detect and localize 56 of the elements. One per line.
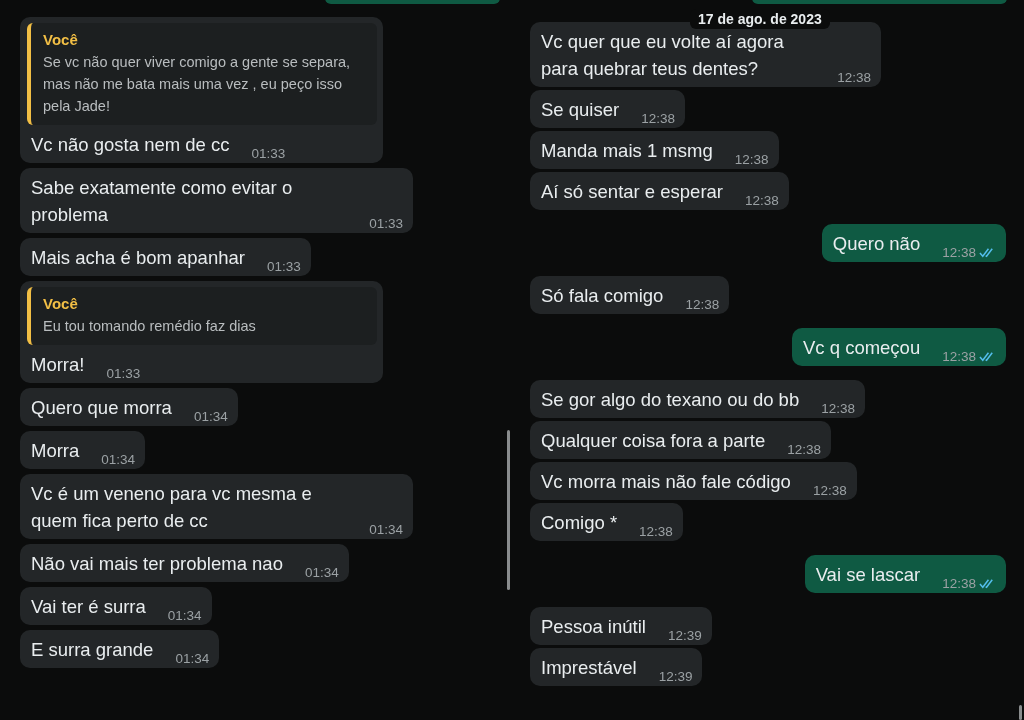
message-time: 12:38: [639, 524, 673, 539]
message-time: 12:38: [837, 70, 871, 85]
message-text: Qualquer coisa fora a parte: [541, 429, 766, 453]
message-time: 01:34: [193, 409, 228, 424]
message-text: Morra: [31, 439, 80, 463]
message-time: 12:39: [658, 669, 693, 684]
message-time: 01:34: [304, 565, 339, 580]
message-time: 01:34: [167, 608, 202, 623]
message-text: Se gor algo do texano ou do bb: [541, 388, 800, 412]
message-text: Vc q começou: [802, 336, 921, 360]
message-time: 12:38: [685, 297, 720, 312]
message-text: Não vai mais ter problema nao: [31, 552, 283, 576]
message-time: 12:38: [787, 442, 821, 457]
quote-text: Eu tou tomando remédio faz dias: [43, 317, 257, 336]
message-text: Aí só sentar e esperar: [541, 180, 723, 204]
message-text: Vai se lascar: [815, 563, 921, 587]
message-time: 12:38: [745, 193, 779, 208]
message-text: Vc é um veneno para vc mesma e quem fica perto de cc: [31, 482, 313, 533]
quote-author: Você: [43, 31, 79, 48]
message-text: Comigo *: [541, 511, 618, 535]
message-text: Pessoa inútil: [541, 615, 646, 639]
message-time: 01:33: [106, 366, 141, 381]
message-time: 12:38: [942, 576, 976, 591]
message-time: 01:34: [369, 522, 403, 537]
message-text: Quero que morra: [31, 396, 172, 420]
message-time: 01:33: [266, 259, 301, 274]
quoted-message[interactable]: Você Eu tou tomando remédio faz dias: [27, 287, 377, 345]
message-time: 12:38: [942, 245, 976, 260]
message-text: Imprestável: [541, 656, 637, 680]
message-text: Morra!: [31, 353, 85, 377]
quote-author: Você: [43, 295, 79, 312]
message-text: E surra grande: [31, 638, 154, 662]
message-text: Vc quer que eu volte aí agora para quebrar teus dentes?: [541, 30, 785, 81]
message-time: 12:38: [942, 349, 976, 364]
message-time: 01:34: [101, 452, 136, 467]
message-text: Quero não: [832, 232, 921, 256]
message-text: Sabe exatamente como evitar o problema: [31, 176, 294, 227]
message-text: Vc morra mais não fale código: [541, 470, 791, 494]
message-text: Manda mais 1 msmg: [541, 139, 713, 163]
message-text: Vai ter é surra: [31, 595, 146, 619]
message-text: Vc não gosta nem de cc: [31, 133, 230, 157]
message-time: 01:33: [369, 216, 403, 231]
quoted-message[interactable]: Você Se vc não quer viver comigo a gente se separa, mas não me bata mais uma vez , eu peço isso pela Jade!: [27, 23, 377, 125]
message-time: 12:38: [734, 152, 769, 167]
message-time: 12:39: [667, 628, 702, 643]
message-time: 12:38: [821, 401, 855, 416]
scrollbar[interactable]: [507, 430, 510, 590]
message-text: Só fala comigo: [541, 284, 664, 308]
quote-text: Se vc não quer viver comigo a gente se separa, mas não me bata mais uma vez , eu peço isso pela Jade!: [43, 53, 352, 116]
message-time: 01:34: [175, 651, 210, 666]
message-time: 01:33: [251, 146, 286, 161]
message-time: 12:38: [812, 483, 847, 498]
message-text: Mais acha é bom apanhar: [31, 246, 245, 270]
scrollbar[interactable]: [1019, 705, 1022, 720]
message-text: Se quiser: [541, 98, 620, 122]
message-time: 12:38: [641, 111, 675, 126]
